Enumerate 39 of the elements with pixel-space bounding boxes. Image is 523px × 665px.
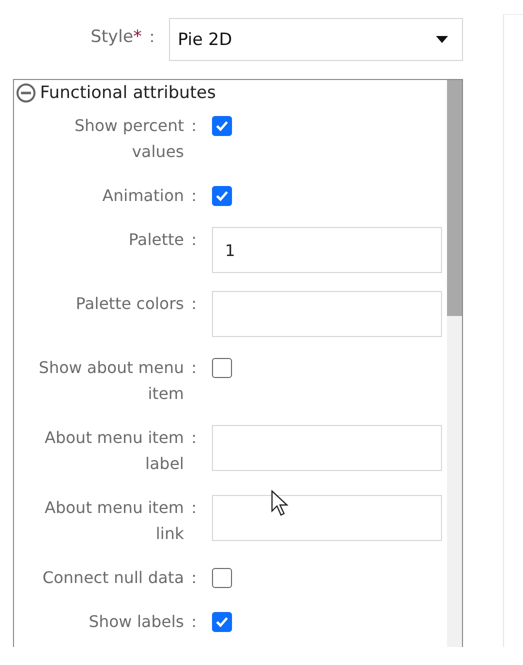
field-label: About menu item link [44,497,184,545]
field-label: Palette [128,229,184,251]
text-input[interactable] [212,425,442,471]
field-label: Style* [90,26,142,49]
label-colon: ： [185,427,203,449]
required-mark: * [133,27,142,47]
text-input[interactable]: 1 [212,227,442,273]
checkbox[interactable] [212,612,232,632]
field-label: Animation [101,185,184,207]
pointer-cursor-icon [271,490,290,517]
label-colon: ： [142,26,161,48]
field-label: Show labels [88,611,184,633]
field-label: Connect null data [41,567,184,589]
checkbox[interactable] [212,358,232,378]
label-colon: ： [185,611,203,633]
checkmark-icon [215,616,229,628]
caret-icon [436,36,448,43]
label-colon: ： [185,229,203,251]
field-label: About menu item label [44,427,184,475]
checkbox[interactable] [212,186,232,206]
label-colon: ： [185,567,203,589]
checkbox[interactable] [212,568,232,588]
text-input[interactable] [212,495,442,541]
field-label: Show percent values [73,115,184,163]
collapse-icon[interactable] [16,83,36,103]
field-label: Palette colors [74,293,184,315]
label-colon: ： [185,115,203,137]
label-colon: ： [185,185,203,207]
checkbox[interactable] [212,116,232,136]
label-colon: ： [185,293,203,315]
scrollbar[interactable] [447,80,462,647]
label-colon: ： [185,497,203,519]
label-colon: ： [185,357,203,379]
text-input[interactable] [212,291,442,337]
style-select[interactable]: Pie 2D [168,18,463,61]
checkmark-icon [215,120,229,132]
panel-title: Functional attributes [40,83,216,103]
field-label: Show about menu item [38,357,184,405]
checkmark-icon [215,190,229,202]
